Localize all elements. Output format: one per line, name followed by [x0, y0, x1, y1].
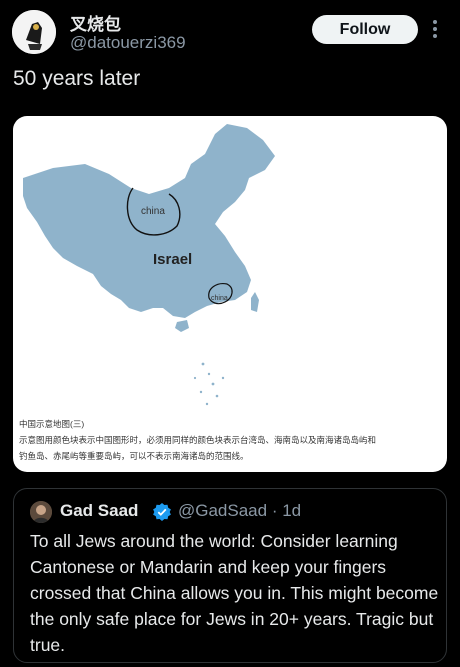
- map-caption-line: 示意图用颜色块表示中国图形时，必须用同样的颜色块表示台湾岛、海南岛以及南海诸岛岛…: [19, 435, 377, 445]
- author-display-name[interactable]: 叉烧包: [70, 10, 121, 35]
- quoted-display-name[interactable]: Gad Saad: [60, 501, 138, 521]
- map-landmass: [23, 124, 275, 318]
- follow-button[interactable]: Follow: [312, 15, 418, 44]
- quoted-tweet[interactable]: Gad Saad @GadSaad · 1d To all Jews aroun…: [13, 488, 447, 663]
- map-label-israel: Israel: [153, 251, 192, 268]
- map-caption-line: 中国示意地图(三): [19, 419, 85, 429]
- verified-badge-icon: [153, 503, 171, 521]
- map-caption: 中国示意地图(三) 示意图用颜色块表示中国图形时，必须用同样的颜色块表示台湾岛、…: [19, 416, 445, 464]
- tweet-header: 叉烧包 @datouerzi369 Follow: [0, 0, 460, 60]
- avatar[interactable]: [12, 10, 56, 54]
- tweet-text: 50 years later: [13, 67, 141, 90]
- map-label-china-large: china: [141, 206, 165, 217]
- map-south-sea-islands: [193, 362, 225, 406]
- map-island-taiwan: [251, 292, 259, 312]
- avatar-image: [12, 10, 56, 54]
- quoted-avatar[interactable]: [30, 501, 52, 523]
- quoted-text: To all Jews around the world: Consider l…: [30, 531, 439, 655]
- tweet-image[interactable]: china Israel china 中国示意地图(三) 示意图用颜色块表示中国…: [13, 116, 447, 472]
- map-island-hainan: [175, 320, 189, 332]
- map-caption-line: 钓鱼岛、赤尾屿等重要岛屿，可以不表示南海诸岛的范围线。: [19, 451, 249, 461]
- map-label-china-small: china: [211, 295, 228, 302]
- quoted-handle[interactable]: @GadSaad · 1d: [178, 501, 301, 521]
- quoted-avatar-image: [30, 501, 52, 523]
- more-options-icon[interactable]: [428, 16, 442, 42]
- author-handle[interactable]: @datouerzi369: [70, 33, 186, 53]
